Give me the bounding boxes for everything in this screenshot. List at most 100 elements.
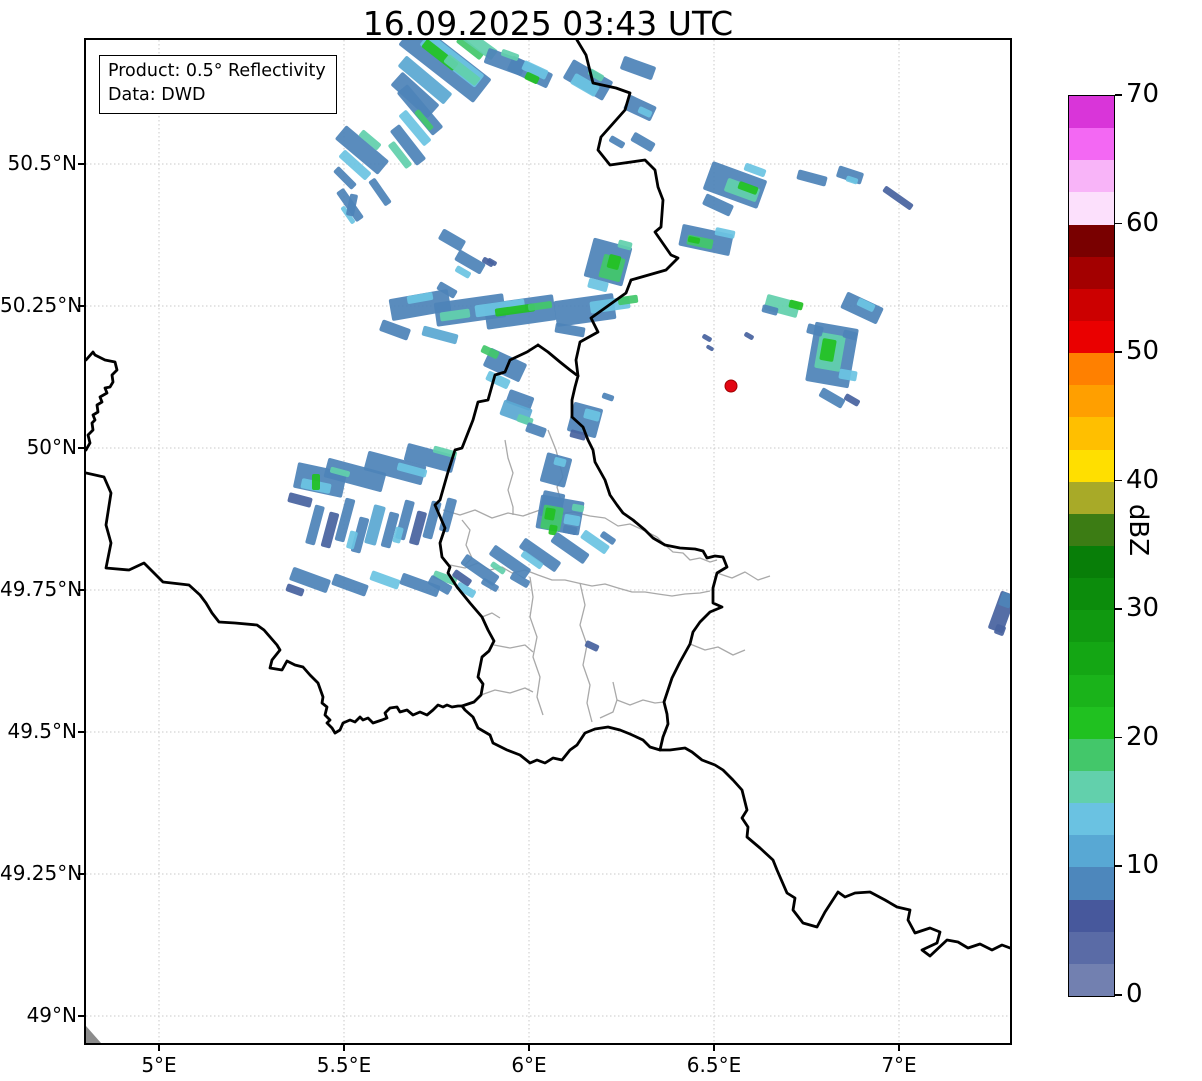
y-tick-label: 49.75°N [0, 577, 83, 601]
colorbar-segment [1069, 513, 1114, 547]
x-tick-mark [713, 1045, 715, 1051]
y-tick-mark [78, 731, 84, 733]
y-tick-label: 49°N [26, 1003, 77, 1027]
radar-echo-cell [702, 334, 712, 342]
x-tick-mark [158, 1045, 160, 1051]
district-border-line [579, 582, 593, 723]
radar-echo-cell [368, 178, 392, 206]
y-tick-label: 49.5°N [7, 719, 78, 743]
colorbar-segment [1069, 546, 1114, 579]
colorbar-segment [1069, 256, 1114, 289]
colorbar-segment [1069, 481, 1114, 514]
colorbar-tick-mark [1115, 222, 1122, 225]
colorbar-tick-label: 70 [1126, 79, 1160, 109]
district-border-line [504, 439, 514, 515]
data-source-label: Data: DWD [108, 84, 206, 105]
colorbar-segment [1069, 96, 1114, 129]
colorbar-segment [1069, 321, 1114, 354]
colorbar-segment [1069, 578, 1114, 611]
weather-radar-figure: 16.09.2025 03:43 UTC Product: 0.5° Refle… [0, 0, 1202, 1081]
x-tick-label: 7°E [881, 1053, 917, 1077]
colorbar [1068, 95, 1115, 997]
radar-echo-cell [818, 387, 846, 409]
colorbar-segment [1069, 738, 1114, 772]
colorbar-tick-label: 0 [1126, 979, 1143, 1009]
colorbar-segment [1069, 385, 1114, 418]
colorbar-segment [1069, 899, 1114, 932]
colorbar-segment [1069, 128, 1114, 161]
radar-echo-cell [630, 132, 656, 152]
colorbar-segment [1069, 160, 1114, 193]
radar-echo-cell [379, 319, 411, 341]
radar-echo-cell [840, 292, 884, 324]
x-tick-label: 5°E [141, 1053, 177, 1077]
radar-echo-cell [844, 393, 860, 407]
colorbar-tick-mark [1115, 865, 1122, 868]
colorbar-segment [1069, 449, 1114, 482]
radar-echo-cell [544, 507, 556, 521]
x-tick-label: 5.5°E [316, 1053, 372, 1077]
colorbar-segment [1069, 931, 1114, 964]
product-label: Product: 0.5° Reflectivity [108, 61, 326, 81]
radar-echo-cell [601, 392, 615, 402]
colorbar-segment [1069, 706, 1114, 739]
y-tick-mark [78, 163, 84, 165]
district-border-line [716, 571, 771, 581]
colorbar-tick-label: 20 [1126, 721, 1160, 752]
colorbar-segment [1069, 771, 1114, 804]
colorbar-segment [1069, 288, 1114, 322]
radar-echo-cell [439, 497, 457, 533]
y-tick-label: 50.5°N [7, 151, 78, 175]
radar-echo-cell [409, 510, 427, 546]
colorbar-tick-label: 40 [1126, 464, 1160, 495]
radar-echo-cell [620, 56, 656, 80]
border-france-germany [658, 746, 1010, 958]
colorbar-segment [1069, 803, 1114, 836]
radar-echo-cell [525, 422, 547, 438]
colorbar-segment [1069, 417, 1114, 450]
colorbar-tick-mark [1115, 94, 1122, 96]
district-border-line [599, 681, 618, 719]
corner-land-patch [86, 1026, 101, 1043]
x-tick-mark [898, 1045, 900, 1051]
radar-echo-cell [744, 332, 754, 340]
radar-echo-cell [331, 573, 369, 597]
y-tick-mark [78, 447, 84, 449]
map-canvas: Product: 0.5° Reflectivity Data: DWD [84, 38, 1012, 1045]
radar-echo-cell [609, 135, 625, 149]
radar-echo-cell [882, 186, 914, 210]
x-tick-mark [528, 1045, 530, 1051]
colorbar-tick-mark [1115, 351, 1122, 353]
colorbar-tick-label: 60 [1126, 207, 1160, 238]
radar-echo-cell [305, 504, 325, 546]
colorbar-segment [1069, 353, 1114, 386]
district-border-line [480, 687, 534, 696]
colorbar-tick-mark [1115, 608, 1122, 610]
radar-echo-cell [421, 325, 459, 345]
district-border-line [529, 576, 544, 716]
colorbar-tick-mark [1115, 994, 1122, 996]
radar-echo-cell [369, 570, 401, 590]
info-box: Product: 0.5° Reflectivity Data: DWD [99, 55, 337, 115]
radar-echo-cell [320, 511, 340, 549]
colorbar-segment [1069, 867, 1114, 900]
colorbar-tick-mark [1115, 479, 1122, 482]
x-tick-mark [343, 1045, 345, 1051]
district-border-line [493, 644, 534, 653]
map-svg [86, 40, 1010, 1043]
colorbar-segment [1069, 963, 1114, 996]
y-tick-label: 49.25°N [0, 861, 83, 885]
x-tick-label: 6°E [511, 1053, 547, 1077]
colorbar-segment [1069, 224, 1114, 257]
radar-echoes [285, 40, 1010, 652]
radar-echo-cell [287, 492, 313, 508]
colorbar-segment [1069, 835, 1114, 868]
colorbar-segment [1069, 610, 1114, 643]
district-border-line [616, 699, 665, 706]
colorbar-tick-mark [1115, 736, 1122, 739]
colorbar-tick-label: 50 [1126, 336, 1160, 367]
radar-echo-cell [706, 345, 714, 351]
y-tick-label: 50.25°N [0, 293, 83, 317]
district-border-line [481, 612, 501, 619]
radar-location-marker [724, 379, 738, 393]
